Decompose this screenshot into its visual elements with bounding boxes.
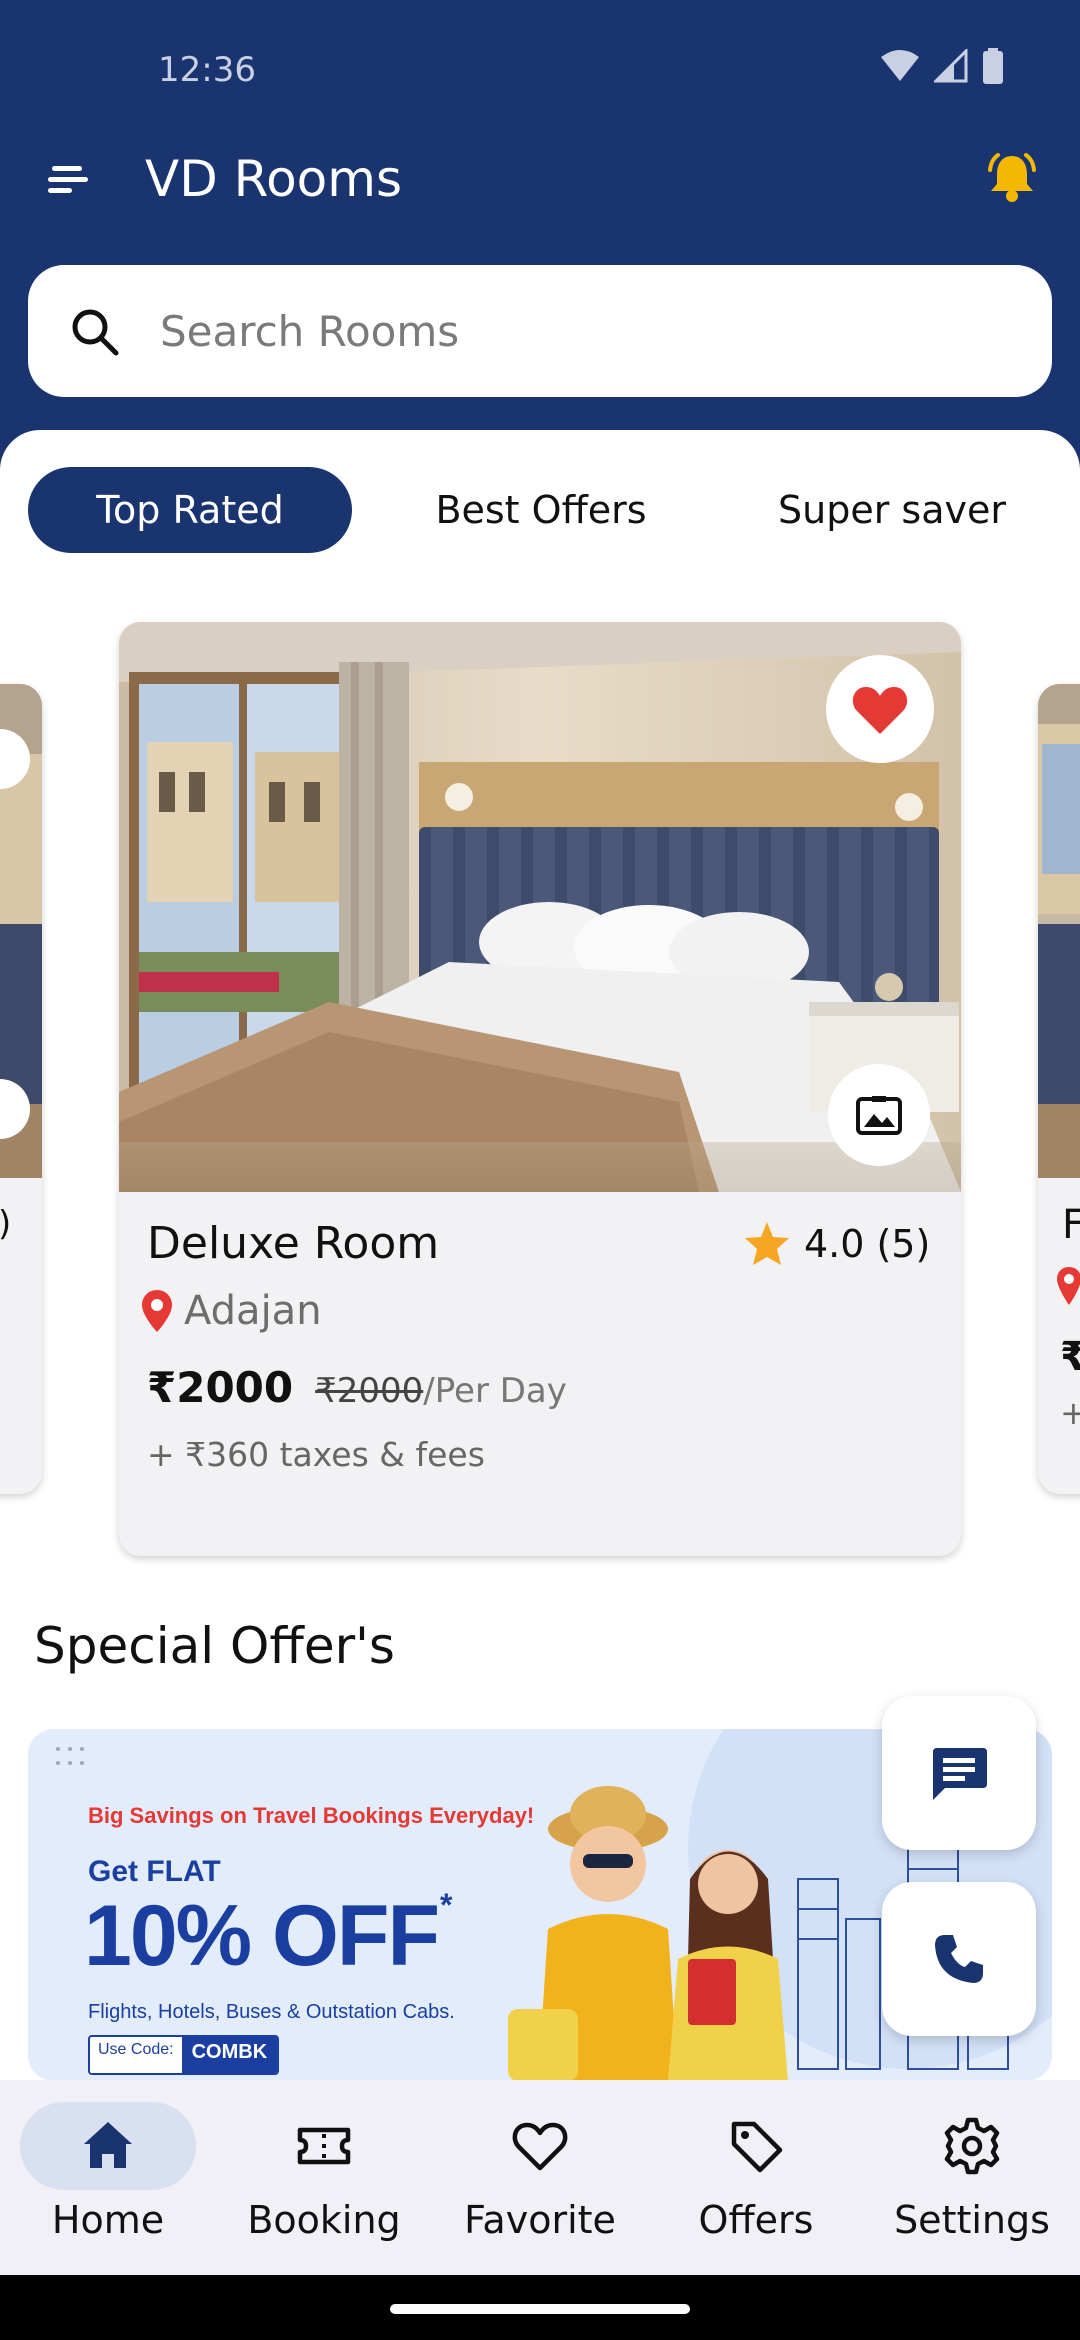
nav-favorite-label: Favorite bbox=[464, 2198, 616, 2242]
home-icon bbox=[84, 2122, 132, 2168]
gallery-button[interactable] bbox=[828, 1064, 930, 1166]
tab-super-saver[interactable]: Super saver bbox=[752, 467, 1032, 553]
status-time: 12:36 bbox=[158, 50, 256, 90]
favorite-button[interactable] bbox=[826, 655, 934, 763]
location-text: Adajan bbox=[184, 1288, 322, 1334]
current-price: ₹2000 bbox=[147, 1363, 294, 1412]
image-icon bbox=[856, 1096, 902, 1135]
home-gesture-handle[interactable] bbox=[390, 2304, 690, 2314]
room-card-partial-right[interactable]: F ₹ + bbox=[1038, 684, 1080, 1494]
promo-code-box: Use Code: COMBK bbox=[88, 2035, 280, 2075]
tab-best-offers[interactable]: Best Offers bbox=[400, 467, 682, 553]
chat-icon bbox=[933, 1748, 987, 1800]
room-photo bbox=[0, 684, 42, 1178]
price-unit: /Per Day bbox=[423, 1371, 567, 1411]
banner-discount: 10% OFF * bbox=[84, 1887, 452, 1986]
original-price: ₹2000 bbox=[315, 1371, 424, 1411]
nav-home[interactable]: Home bbox=[0, 2080, 216, 2275]
nav-favorite[interactable]: Favorite bbox=[432, 2080, 648, 2275]
promo-code: COMBK bbox=[181, 2037, 278, 2073]
rating-value: 4.0 bbox=[804, 1222, 865, 1266]
partial-rating-text: ) bbox=[0, 1204, 11, 1244]
nav-booking[interactable]: Booking bbox=[216, 2080, 432, 2275]
wifi-icon bbox=[881, 50, 919, 81]
star-icon bbox=[745, 1222, 789, 1265]
phone-icon bbox=[935, 1935, 983, 1983]
bell-icon[interactable] bbox=[984, 150, 1040, 206]
banner-subtext: Flights, Hotels, Buses & Outstation Cabs… bbox=[88, 2001, 455, 2023]
status-icons bbox=[880, 48, 1004, 84]
menu-icon[interactable] bbox=[46, 160, 94, 200]
banner-headline: Get FLAT bbox=[88, 1855, 221, 1888]
room-name-text: Deluxe Room bbox=[147, 1218, 440, 1269]
heart-icon bbox=[852, 687, 908, 734]
nav-settings-label: Settings bbox=[894, 2198, 1050, 2242]
battery-icon bbox=[983, 48, 1003, 84]
nav-offers[interactable]: Offers bbox=[648, 2080, 864, 2275]
room-card-partial-left[interactable]: ) bbox=[0, 684, 42, 1494]
search-bar[interactable] bbox=[28, 265, 1052, 397]
price-row: ₹2000 ₹2000 /Per Day bbox=[147, 1363, 567, 1412]
nav-offers-label: Offers bbox=[698, 2198, 814, 2242]
promo-code-label: Use Code: bbox=[90, 2037, 182, 2073]
review-count: (5) bbox=[876, 1222, 931, 1266]
tag-icon bbox=[731, 2121, 783, 2173]
discount-text: 10% OFF bbox=[84, 1888, 440, 1984]
location-pin-icon bbox=[1057, 1267, 1080, 1305]
chat-button[interactable] bbox=[882, 1696, 1036, 1850]
room-photo bbox=[1038, 684, 1080, 1178]
partial-taxes: + bbox=[1060, 1394, 1080, 1432]
signal-icon bbox=[934, 49, 968, 83]
nav-settings[interactable]: Settings bbox=[864, 2080, 1080, 2275]
partial-room-name: F bbox=[1062, 1202, 1080, 1248]
ticket-icon bbox=[297, 2127, 351, 2165]
room-rating: 4.0 (5) bbox=[742, 1220, 930, 1268]
heart-outline-icon bbox=[512, 2122, 568, 2171]
nav-home-label: Home bbox=[51, 2198, 165, 2242]
gear-icon bbox=[944, 2117, 1000, 2175]
partial-price: ₹ bbox=[1060, 1334, 1080, 1380]
tab-top-rated[interactable]: Top Rated bbox=[28, 467, 352, 553]
nav-booking-label: Booking bbox=[247, 2198, 401, 2242]
search-input[interactable] bbox=[160, 301, 1000, 361]
app-title: VD Rooms bbox=[145, 150, 403, 208]
special-offers-title: Special Offer's bbox=[34, 1617, 395, 1675]
room-location: Adajan bbox=[140, 1288, 322, 1334]
banner-tagline: Big Savings on Travel Bookings Everyday! bbox=[88, 1803, 535, 1828]
discount-asterisk: * bbox=[439, 1887, 453, 1923]
search-icon bbox=[72, 309, 119, 356]
call-button[interactable] bbox=[882, 1882, 1036, 2036]
taxes-text: + ₹360 taxes & fees bbox=[147, 1435, 485, 1474]
location-pin-icon bbox=[142, 1290, 172, 1332]
bottom-navigation: Home Booking Favorite Offers Settings bbox=[0, 2080, 1080, 2275]
